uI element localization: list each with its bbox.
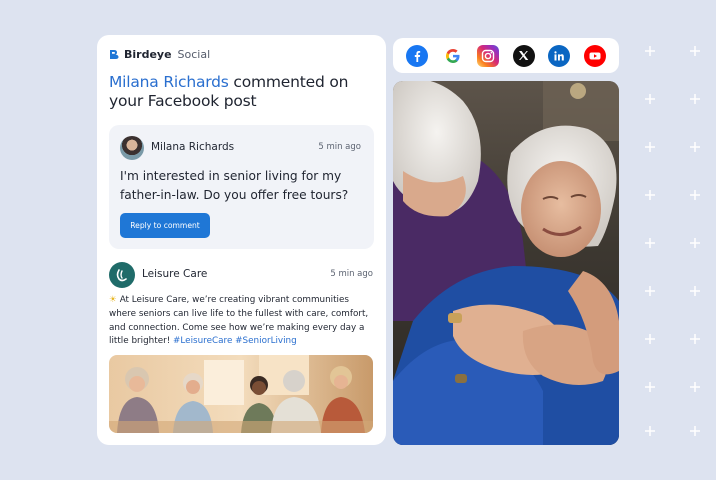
decorative-plus-icon — [690, 142, 700, 152]
notification-card: Birdeye Social Milana Richards commented… — [97, 35, 386, 445]
decorative-plus-icon — [690, 382, 700, 392]
decorative-plus-icon — [645, 46, 655, 56]
decorative-plus-icon — [645, 238, 655, 248]
decorative-plus-icon — [690, 46, 700, 56]
post-hashtags[interactable]: #LeisureCare #SeniorLiving — [173, 336, 297, 346]
decorative-plus-icon — [690, 190, 700, 200]
comment-text: I'm interested in senior living for my f… — [120, 169, 349, 202]
brand-product: Social — [177, 48, 211, 61]
decorative-plus-icon — [690, 334, 700, 344]
decorative-plus-icon — [645, 426, 655, 436]
comment-box: Milana Richards 5 min ago I'm interested… — [109, 125, 374, 249]
google-icon[interactable] — [441, 44, 464, 67]
decorative-plus-icon — [690, 238, 700, 248]
post-author[interactable]: Leisure Care — [142, 268, 207, 280]
reply-to-comment-button[interactable]: Reply to comment — [120, 213, 210, 238]
photo-illustration — [393, 81, 619, 445]
page-avatar[interactable] — [109, 262, 135, 288]
linkedin-icon[interactable] — [548, 44, 571, 67]
post-timestamp: 5 min ago — [330, 269, 373, 279]
notification-headline: Milana Richards commented on your Facebo… — [109, 73, 379, 111]
instagram-icon[interactable] — [477, 44, 500, 67]
post-text: ☀ At Leisure Care, we’re creating vibran… — [109, 294, 377, 349]
social-network-bar — [393, 38, 619, 73]
brand-header: Birdeye Social — [109, 48, 210, 61]
decorative-plus-icon — [645, 190, 655, 200]
seniors-group-photo — [109, 355, 373, 433]
facebook-icon[interactable] — [406, 44, 428, 67]
decorative-plus-icon — [645, 142, 655, 152]
seniors-embrace-photo — [393, 81, 619, 445]
decorative-plus-icon — [690, 286, 700, 296]
birdeye-logo-icon — [110, 50, 119, 59]
decorative-plus-icon — [645, 94, 655, 104]
brand-name: Birdeye — [124, 48, 172, 61]
sun-emoji-icon: ☀ — [109, 295, 117, 305]
youtube-icon[interactable] — [583, 44, 606, 67]
post-image[interactable] — [109, 355, 373, 433]
comment-author[interactable]: Milana Richards — [151, 141, 234, 153]
commenter-avatar[interactable] — [120, 136, 144, 160]
decorative-plus-icon — [645, 382, 655, 392]
comment-timestamp: 5 min ago — [318, 142, 361, 152]
decorative-plus-icon — [645, 286, 655, 296]
commenter-name-link[interactable]: Milana Richards — [109, 73, 229, 91]
leisure-care-logo-icon — [116, 269, 127, 282]
x-icon[interactable] — [512, 44, 535, 67]
decorative-plus-icon — [690, 426, 700, 436]
decorative-plus-icon — [690, 94, 700, 104]
decorative-plus-icon — [645, 334, 655, 344]
